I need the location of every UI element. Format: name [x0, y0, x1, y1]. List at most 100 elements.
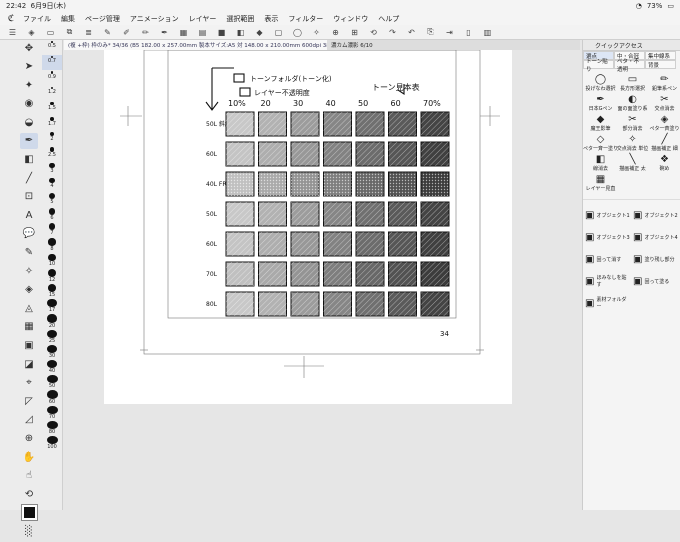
- fill-bucket-icon[interactable]: ◒: [20, 114, 38, 130]
- brush-size-option[interactable]: 25: [42, 329, 62, 344]
- balloon-tool-icon[interactable]: 💬: [20, 226, 38, 242]
- brush-size-option[interactable]: 20: [42, 313, 62, 329]
- panel-tool-item[interactable]: ◧ 線消去: [585, 153, 616, 173]
- ruler-tool-icon[interactable]: ◿: [20, 412, 38, 428]
- brush-size-option[interactable]: 60: [42, 389, 62, 405]
- page-icon[interactable]: ⎘: [424, 27, 437, 38]
- ruler-icon[interactable]: ⊞: [348, 27, 361, 38]
- brush-icon[interactable]: ✒: [158, 27, 171, 38]
- panel-tool-item[interactable]: ✧ 交点消去 単位: [617, 133, 649, 153]
- eraser-icon[interactable]: ✐: [120, 27, 133, 38]
- color-set-icon[interactable]: ■: [215, 27, 228, 38]
- brush-size-option[interactable]: 0.9: [42, 70, 62, 85]
- canvas-page[interactable]: トーンフォルダ(トーン化) レイヤー不透明度 トーン見本表 10% 20 30 40 5…: [104, 49, 512, 404]
- brush-size-option[interactable]: 100: [42, 435, 62, 450]
- menu-layer[interactable]: レイヤー: [189, 14, 217, 24]
- panel-tab-3[interactable]: 集中線系: [645, 51, 676, 60]
- panel-tab-4[interactable]: トーン貼り: [583, 59, 614, 73]
- menu-view[interactable]: 表示: [264, 14, 278, 24]
- brush-size-option[interactable]: 0.7: [42, 55, 62, 71]
- move-tool-icon[interactable]: ✥: [20, 40, 38, 56]
- perspective-tool-icon[interactable]: ◸: [20, 393, 38, 409]
- brush-size-option[interactable]: 15: [42, 283, 62, 298]
- brush-size-option[interactable]: 4: [42, 177, 62, 192]
- panel-tool-item[interactable]: ▦ レイヤー見直: [585, 173, 616, 193]
- brush-size-option[interactable]: 1.5: [42, 101, 62, 116]
- menu-selection[interactable]: 選択範囲: [226, 14, 254, 24]
- tone-icon[interactable]: ▦: [177, 27, 190, 38]
- dropper-tool-icon[interactable]: ✎: [20, 245, 38, 261]
- document-tab-2[interactable]: 濃カム濃影 6/10: [327, 40, 405, 50]
- brush-size-option[interactable]: 12: [42, 268, 62, 283]
- app-logo-icon[interactable]: ℭ: [4, 14, 18, 24]
- panel-object-item[interactable]: ▣ ほみなしを貼す: [585, 270, 631, 292]
- menu-filter[interactable]: フィルター: [288, 14, 323, 24]
- panel-object-item[interactable]: ▣ オブジェクト3: [585, 226, 631, 248]
- layers-icon[interactable]: ◈: [25, 27, 38, 38]
- brush-size-option[interactable]: 0.5: [42, 40, 62, 55]
- menu-page[interactable]: ページ管理: [85, 14, 120, 24]
- brush-size-option[interactable]: 1.2: [42, 86, 62, 101]
- panel-tool-item[interactable]: ✏ 鉛筆系ペン: [649, 73, 680, 93]
- brush-size-option[interactable]: 50: [42, 374, 62, 389]
- panel-object-item[interactable]: ▣ オブジェクト2: [633, 204, 679, 226]
- operation-tool-icon[interactable]: ➤: [20, 59, 38, 75]
- panel-tool-item[interactable]: ✒ 日本Gペン: [585, 93, 616, 113]
- hand-move-icon[interactable]: ✋: [20, 449, 38, 465]
- brush-size-option[interactable]: 6: [42, 207, 62, 222]
- brush-size-option[interactable]: 7: [42, 222, 62, 237]
- text-tool-icon[interactable]: A: [20, 207, 38, 223]
- panel-tool-item[interactable]: ▭ 長方形選択: [617, 73, 648, 93]
- menu-help[interactable]: ヘルプ: [378, 14, 399, 24]
- figure-tool-icon[interactable]: ▦: [20, 319, 38, 335]
- shape-icon[interactable]: ◆: [253, 27, 266, 38]
- fill-icon[interactable]: ◧: [234, 27, 247, 38]
- panel-object-item[interactable]: ▣ オブジェクト1: [585, 204, 631, 226]
- brush-size-option[interactable]: 8: [42, 237, 62, 252]
- transparent-swatch[interactable]: ░: [20, 523, 38, 539]
- brush-size-option[interactable]: 10: [42, 253, 62, 268]
- panel-toggle-icon[interactable]: ▯: [462, 27, 475, 38]
- panel-tool-item[interactable]: ╲ 描画補正 太: [617, 153, 648, 173]
- export-icon[interactable]: ⇥: [443, 27, 456, 38]
- shape-tool-icon[interactable]: ▣: [20, 338, 38, 354]
- menu-edit[interactable]: 編集: [61, 14, 75, 24]
- wand-tool-icon[interactable]: ✦: [20, 77, 38, 93]
- select-icon[interactable]: ▢: [272, 27, 285, 38]
- color-tool-icon[interactable]: ◪: [20, 356, 38, 372]
- panel-tab-6[interactable]: 背景: [645, 60, 676, 69]
- zoom-tool-icon[interactable]: ⊕: [20, 430, 38, 446]
- gradient-tool-icon[interactable]: ◬: [20, 300, 38, 316]
- brush-size-option[interactable]: 40: [42, 359, 62, 374]
- panel-object-item[interactable]: ▣ 素材フォルダー: [585, 292, 631, 314]
- pen-icon[interactable]: ✎: [101, 27, 114, 38]
- rotate-view-icon[interactable]: ⟲: [20, 486, 38, 502]
- gradient-icon[interactable]: ▤: [196, 27, 209, 38]
- brush-size-option[interactable]: 17: [42, 298, 62, 313]
- brush-size-option[interactable]: 2.5: [42, 146, 62, 161]
- select-tool-icon[interactable]: ⌖: [20, 375, 38, 391]
- panel-object-item[interactable]: ▣ オブジェクト4: [633, 226, 679, 248]
- line-tool-icon[interactable]: ╱: [20, 170, 38, 186]
- undo-icon[interactable]: ↶: [405, 27, 418, 38]
- brush-size-option[interactable]: 1.7: [42, 116, 62, 131]
- panel-tool-item[interactable]: ✂ 部分消去: [617, 113, 648, 133]
- brush-size-option[interactable]: 30: [42, 344, 62, 359]
- brush-size-option[interactable]: 3: [42, 162, 62, 177]
- panel-tool-item[interactable]: ◈ ペタ一斉塗り: [649, 113, 680, 133]
- menu-toggle-icon[interactable]: ☰: [6, 27, 19, 38]
- panel-tool-item[interactable]: ╱ 描画補正 細: [649, 133, 680, 153]
- zoom-icon[interactable]: ⊕: [329, 27, 342, 38]
- pencil-icon[interactable]: ✏: [139, 27, 152, 38]
- brush-size-option[interactable]: 2: [42, 131, 62, 146]
- blend-tool-icon[interactable]: ✧: [20, 263, 38, 279]
- panel-object-item[interactable]: ▣ 固って消す: [585, 248, 631, 270]
- menu-window[interactable]: ウィンドウ: [333, 14, 368, 24]
- panel-object-item[interactable]: ▣ 固って塗る: [633, 270, 679, 292]
- lasso-icon[interactable]: ◯: [291, 27, 304, 38]
- panel-layout-icon[interactable]: ▥: [481, 27, 494, 38]
- panel-tool-item[interactable]: ◆ 魔王影筆: [585, 113, 616, 133]
- layer-list-icon[interactable]: ≣: [82, 27, 95, 38]
- frame-tool-icon[interactable]: ⊡: [20, 189, 38, 205]
- panel-tab-5[interactable]: ペタ・不透明: [614, 59, 645, 73]
